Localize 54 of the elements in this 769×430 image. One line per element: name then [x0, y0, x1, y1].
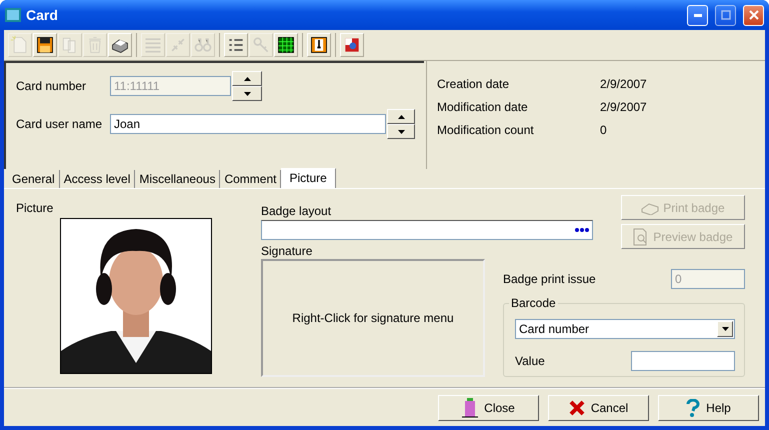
signature-label: Signature [261, 244, 314, 259]
dialog-button[interactable]: Close [438, 394, 539, 420]
info-value: 0 [600, 123, 607, 137]
grid-icon [276, 35, 296, 55]
minimize-icon [694, 14, 702, 16]
info-label: Modification count [437, 123, 535, 137]
window-title: Card [26, 7, 58, 23]
cross-icon [568, 400, 585, 416]
spin-up-button[interactable] [387, 109, 415, 124]
toolbar-button[interactable] [108, 33, 132, 57]
picture-label: Picture [16, 201, 54, 215]
badge-layout-field[interactable] [261, 220, 593, 240]
dialog-button[interactable]: Cancel [548, 394, 649, 420]
tab[interactable]: Picture [281, 168, 336, 188]
value-field[interactable] [631, 351, 735, 371]
toolbar-button[interactable] [274, 33, 298, 57]
maximize-button[interactable] [715, 4, 736, 26]
dialog-button[interactable]: Help [658, 394, 759, 420]
text-field[interactable]: Joan [110, 114, 386, 134]
toolbar-button[interactable] [33, 33, 57, 57]
down-arrow-icon [722, 327, 728, 331]
toolbar-button[interactable] [224, 33, 248, 57]
barcode-dropdown[interactable]: Card number [515, 319, 735, 339]
info-value: 2/9/2007 [600, 77, 647, 91]
field-label: Badge print issue [503, 272, 596, 286]
field-label: Card number [16, 79, 88, 93]
info-label: Modification date [437, 100, 529, 114]
toolbar-button[interactable] [307, 33, 331, 57]
down-arrow-icon [398, 130, 404, 134]
tab[interactable]: General [8, 170, 60, 188]
spin-up-button[interactable] [232, 71, 262, 86]
close-button[interactable] [743, 4, 764, 26]
close-icon [748, 10, 758, 20]
spin-down-button[interactable] [387, 124, 415, 139]
more-icon[interactable] [574, 227, 590, 233]
down-arrow-icon [244, 92, 250, 96]
info-value: 2/9/2007 [600, 100, 647, 114]
question-icon [686, 398, 700, 416]
signature-pad[interactable]: Right-Click for signature menu [261, 259, 485, 377]
badge-layout-label: Badge layout [261, 204, 332, 220]
group-title: Barcode [509, 296, 558, 310]
minimize-button[interactable] [687, 4, 708, 26]
spin-down-button[interactable] [232, 86, 262, 101]
field-label: Value [515, 354, 545, 368]
up-arrow-icon [244, 76, 250, 80]
tab[interactable]: Miscellaneous [135, 170, 220, 188]
tab[interactable]: Access level [60, 170, 136, 188]
info-label: Creation date [437, 77, 510, 91]
key-icon [251, 35, 271, 55]
up-arrow-icon [398, 114, 404, 118]
app-icon [5, 8, 21, 22]
magnifier-icon [633, 228, 650, 246]
maximize-icon [720, 10, 730, 20]
field-label: Card user name [16, 117, 104, 131]
